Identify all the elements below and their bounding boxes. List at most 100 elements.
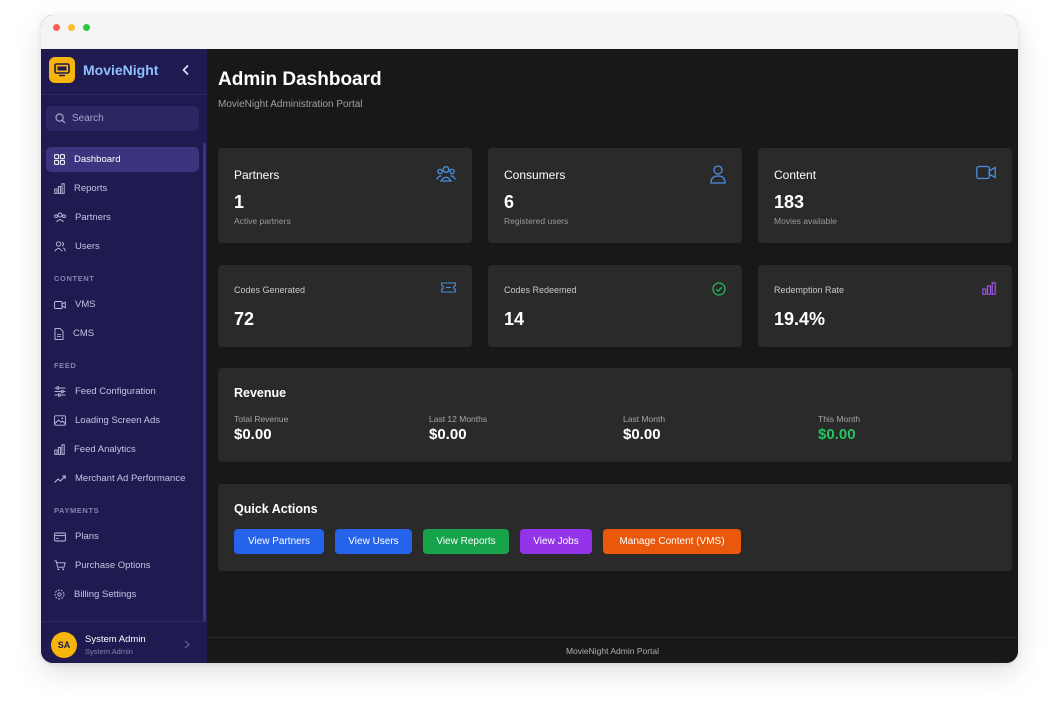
section-label-feed: FEED (54, 361, 77, 370)
cart-icon (54, 560, 66, 571)
sidebar-item-billing-settings[interactable]: Billing Settings (46, 582, 199, 607)
revenue-label: Last 12 Months (429, 414, 488, 424)
stat-caption: Movies available (774, 216, 837, 226)
sidebar-item-label: Purchase Options (75, 560, 151, 571)
search-placeholder: Search (72, 113, 104, 124)
users-icon (54, 212, 66, 223)
sidebar-scrollbar[interactable] (203, 143, 206, 621)
quick-actions-title: Quick Actions (234, 502, 318, 516)
sidebar-item-label: Feed Analytics (74, 444, 136, 455)
main-content: Admin Dashboard MovieNight Administratio… (207, 49, 1018, 663)
sidebar-item-users[interactable]: Users (46, 234, 199, 259)
stat-title: Consumers (504, 168, 566, 182)
user-name: System Admin (85, 634, 146, 645)
stat-value: 72 (234, 309, 255, 329)
sidebar-item-reports[interactable]: Reports (46, 176, 199, 201)
revenue-value: $0.00 (429, 426, 467, 443)
revenue-label: Total Revenue (234, 414, 289, 424)
sliders-icon (54, 386, 66, 397)
stat-title: Codes Redeemed (504, 285, 577, 295)
app-name: MovieNight (83, 62, 159, 78)
sidebar-item-label: VMS (75, 299, 96, 310)
sidebar-item-label: Dashboard (74, 154, 121, 165)
user-profile-button[interactable]: SA System Admin System Admin (41, 621, 207, 663)
section-label-payments: PAYMENTS (54, 506, 100, 515)
sidebar-item-label: Partners (75, 212, 111, 223)
user-role: System Admin (85, 647, 133, 656)
stat-value: 6 (504, 192, 515, 212)
sidebar-item-vms[interactable]: VMS (46, 292, 199, 317)
user-group-icon (54, 241, 66, 252)
revenue-value: $0.00 (623, 426, 661, 443)
collapse-sidebar-button[interactable] (179, 61, 193, 79)
maximize-window-button[interactable] (83, 24, 90, 31)
stat-title: Content (774, 168, 817, 182)
section-label-content: CONTENT (54, 274, 95, 283)
users-icon (436, 166, 456, 182)
stat-title: Partners (234, 168, 280, 182)
tv-logo-icon (49, 57, 75, 83)
user-icon (710, 165, 726, 184)
minimize-window-button[interactable] (68, 24, 75, 31)
sidebar-item-label: Reports (74, 183, 108, 194)
chevron-right-icon (184, 640, 190, 649)
sidebar-item-dashboard[interactable]: Dashboard (46, 147, 199, 172)
sidebar-item-label: Feed Configuration (75, 386, 156, 397)
gear-icon (54, 589, 65, 600)
window-titlebar (41, 15, 1018, 49)
sidebar-item-cms[interactable]: CMS (46, 321, 199, 346)
card-icon (54, 532, 66, 541)
stat-value: 19.4% (774, 309, 826, 329)
sidebar-item-purchase-options[interactable]: Purchase Options (46, 553, 199, 578)
page-subtitle: MovieNight Administration Portal (218, 99, 363, 110)
sidebar-item-feed-analytics[interactable]: Feed Analytics (46, 437, 199, 462)
bar-chart-icon (54, 183, 65, 194)
manage-content-button[interactable]: Manage Content (VMS) (603, 529, 741, 554)
revenue-value: $0.00 (818, 426, 856, 443)
stat-value: 1 (234, 192, 245, 212)
app-window: MovieNight Search Dashboard Reports Part… (41, 15, 1018, 663)
ticket-icon (441, 282, 456, 293)
stat-card-consumers: Consumers 6 Registered users (488, 148, 742, 243)
view-reports-button[interactable]: View Reports (423, 529, 509, 554)
revenue-last-month: Last Month $0.00 (623, 414, 803, 443)
sidebar-item-label: Users (75, 241, 100, 252)
sidebar-item-merchant-ad-performance[interactable]: Merchant Ad Performance (46, 466, 199, 491)
close-window-button[interactable] (53, 24, 60, 31)
stat-card-content: Content 183 Movies available (758, 148, 1012, 243)
search-input[interactable]: Search (46, 106, 199, 131)
document-icon (54, 327, 64, 340)
stat-card-partners: Partners 1 Active partners (218, 148, 472, 243)
check-circle-icon (712, 282, 726, 296)
view-users-button[interactable]: View Users (335, 529, 412, 554)
revenue-this-month: This Month $0.00 (818, 414, 998, 443)
stat-title: Redemption Rate (774, 285, 845, 295)
revenue-total: Total Revenue $0.00 (234, 414, 414, 443)
stat-card-codes-redeemed: Codes Redeemed 14 (488, 265, 742, 347)
page-title: Admin Dashboard (218, 69, 382, 90)
sidebar-item-label: CMS (73, 328, 95, 339)
stat-card-codes-generated: Codes Generated 72 (218, 265, 472, 347)
quick-actions-card: Quick Actions View Partners View Users V… (218, 484, 1012, 571)
sidebar-item-label: Loading Screen Ads (75, 415, 161, 426)
trend-icon (54, 475, 66, 483)
revenue-title: Revenue (234, 386, 287, 400)
stat-caption: Active partners (234, 216, 291, 226)
stat-value: 183 (774, 192, 805, 212)
view-jobs-button[interactable]: View Jobs (520, 529, 592, 554)
revenue-label: Last Month (623, 414, 666, 424)
sidebar-brand: MovieNight (41, 49, 207, 95)
revenue-label: This Month (818, 414, 861, 424)
sidebar-item-label: Billing Settings (74, 589, 137, 600)
sidebar-item-plans[interactable]: Plans (46, 524, 199, 549)
footer-text: MovieNight Admin Portal (565, 645, 660, 656)
sidebar-item-label: Merchant Ad Performance (75, 473, 186, 484)
view-partners-button[interactable]: View Partners (234, 529, 324, 554)
chevron-left-icon (182, 64, 189, 76)
sidebar-item-feed-configuration[interactable]: Feed Configuration (46, 379, 199, 404)
revenue-value: $0.00 (234, 426, 272, 443)
bar-chart-icon (54, 444, 65, 455)
sidebar-item-loading-screen-ads[interactable]: Loading Screen Ads (46, 408, 199, 433)
sidebar-item-partners[interactable]: Partners (46, 205, 199, 230)
revenue-card: Revenue Total Revenue $0.00 Last 12 Mont… (218, 368, 1012, 462)
